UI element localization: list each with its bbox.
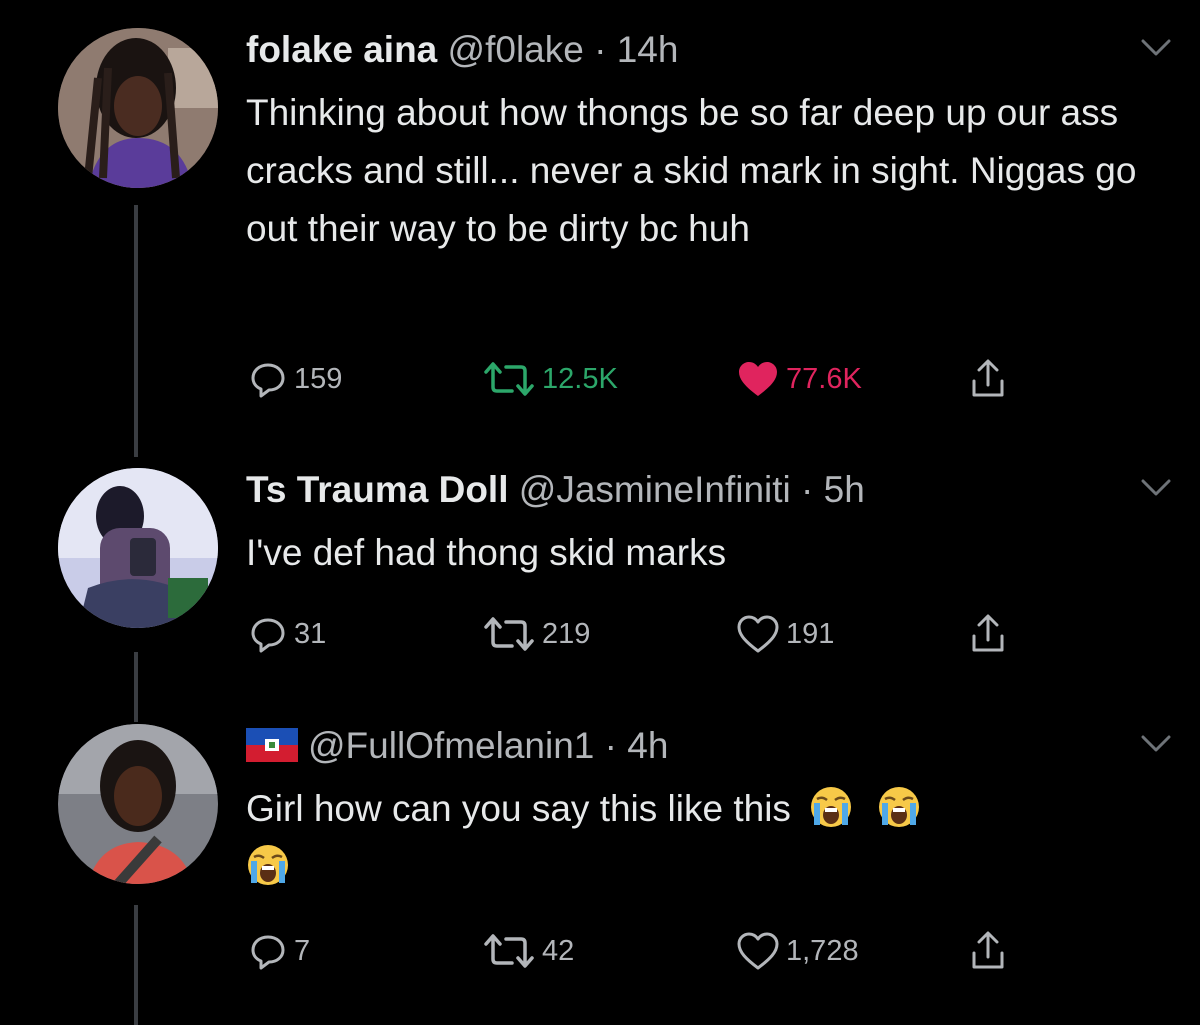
loudly-crying-face-icon	[248, 845, 288, 885]
reply-button[interactable]: 31	[248, 612, 326, 656]
haiti-flag-icon	[246, 728, 298, 762]
share-icon	[972, 359, 1004, 397]
share-button[interactable]	[968, 357, 1008, 401]
retweet-button[interactable]: 42	[482, 929, 574, 973]
separator-dot: ·	[594, 725, 628, 766]
reply-count: 31	[294, 617, 327, 650]
retweet-count: 219	[542, 617, 591, 650]
display-name[interactable]: folake aina	[246, 29, 437, 70]
retweet-count: 42	[542, 934, 575, 967]
timestamp[interactable]: 14h	[617, 29, 679, 70]
reply-icon	[251, 363, 285, 398]
like-button[interactable]: 1,728	[736, 929, 859, 973]
like-count: 1,728	[786, 934, 859, 967]
share-button[interactable]	[968, 612, 1008, 656]
user-handle[interactable]: @JasmineInfiniti	[519, 469, 791, 510]
like-icon	[739, 362, 777, 396]
retweet-icon	[484, 362, 534, 396]
timestamp[interactable]: 4h	[627, 725, 668, 766]
retweet-icon	[484, 617, 534, 651]
tweet[interactable]: @FullOfmelanin1 · 4h Girl how can you sa…	[0, 718, 1200, 1025]
retweet-button[interactable]: 219	[482, 612, 590, 656]
retweet-count: 12.5K	[542, 362, 618, 395]
loudly-crying-face-icon	[878, 787, 919, 827]
avatar[interactable]	[58, 28, 218, 188]
like-count: 191	[786, 617, 835, 650]
chevron-down-icon[interactable]	[1140, 478, 1172, 498]
tweet-header: @FullOfmelanin1 · 4h	[246, 724, 668, 768]
tweet-text: Thinking about how thongs be so far deep…	[246, 92, 1137, 249]
tweet-actions: 31 219 191	[246, 612, 1046, 656]
tweet-text: Girl how can you say this like this	[246, 788, 791, 829]
retweet-button[interactable]: 12.5K	[482, 357, 618, 401]
tweet[interactable]: Ts Trauma Doll @JasmineInfiniti · 5h I'v…	[0, 460, 1200, 718]
reply-button[interactable]: 159	[248, 357, 342, 401]
retweet-icon	[484, 934, 534, 968]
tweet[interactable]: folake aina @f0lake · 14h Thinking about…	[0, 0, 1200, 460]
like-count: 77.6K	[786, 362, 862, 395]
separator-dot: ·	[583, 29, 617, 70]
reply-icon	[251, 935, 285, 970]
reply-button[interactable]: 7	[248, 929, 310, 973]
share-icon	[972, 614, 1004, 652]
tweet-actions: 159 12.5K 77.6K	[246, 357, 1046, 401]
like-icon	[737, 932, 779, 970]
tweet-actions: 7 42 1,728	[246, 929, 1046, 973]
loudly-crying-face-icon	[810, 787, 851, 827]
share-button[interactable]	[968, 929, 1008, 973]
reply-icon	[251, 618, 285, 653]
share-icon	[972, 931, 1004, 969]
tweet-header: folake aina @f0lake · 14h	[246, 28, 678, 72]
avatar[interactable]	[58, 468, 218, 628]
tweet-header: Ts Trauma Doll @JasmineInfiniti · 5h	[246, 468, 865, 512]
avatar[interactable]	[58, 724, 218, 884]
tweet-text: I've def had thong skid marks	[246, 532, 727, 573]
timestamp[interactable]: 5h	[824, 469, 865, 510]
like-icon	[737, 615, 779, 653]
user-handle[interactable]: @f0lake	[448, 29, 584, 70]
reply-count: 7	[294, 934, 311, 967]
like-button[interactable]: 191	[736, 612, 834, 656]
tweet-text-block: Girl how can you say this like this	[246, 780, 1166, 896]
user-handle[interactable]: @FullOfmelanin1	[308, 725, 594, 766]
like-button[interactable]: 77.6K	[736, 357, 862, 401]
separator-dot: ·	[790, 469, 824, 510]
reply-count: 159	[294, 362, 343, 395]
chevron-down-icon[interactable]	[1140, 38, 1172, 58]
display-name[interactable]: Ts Trauma Doll	[246, 469, 509, 510]
chevron-down-icon[interactable]	[1140, 734, 1172, 754]
